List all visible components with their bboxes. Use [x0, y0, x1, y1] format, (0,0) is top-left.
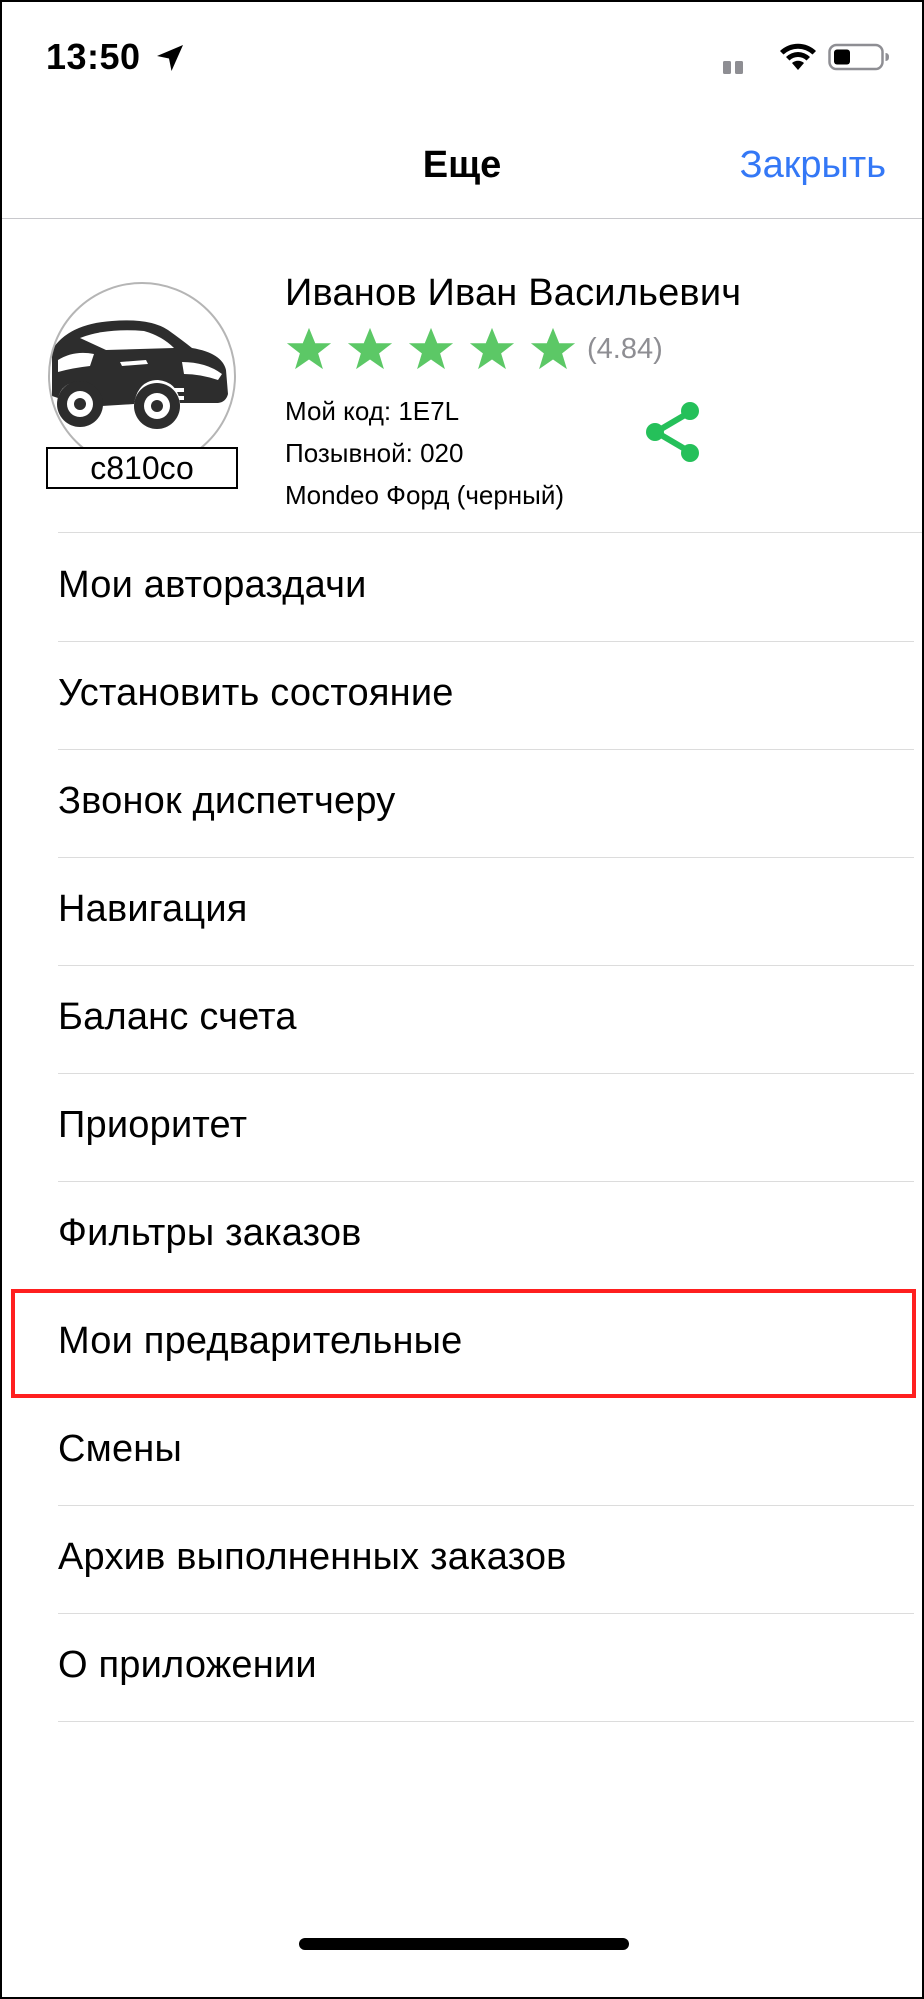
star-icon — [286, 327, 332, 370]
star-icon — [408, 327, 454, 370]
driver-profile: с810со Иванов Иван Васильевич (4.84) Мой… — [2, 220, 922, 533]
menu-item-my-preorders[interactable]: Мои предварительные — [2, 1289, 922, 1398]
wifi-icon — [780, 43, 816, 70]
driver-callsign: Позывной: 020 — [285, 438, 464, 468]
divider — [58, 532, 922, 533]
rating-value: (4.84) — [587, 332, 663, 365]
avatar — [48, 282, 236, 470]
menu-item-completed-orders-archive[interactable]: Архив выполненных заказов — [2, 1506, 922, 1614]
driver-name: Иванов Иван Васильевич — [285, 272, 742, 314]
license-plate: с810со — [46, 447, 238, 489]
divider — [58, 1721, 914, 1722]
menu-item-about-app[interactable]: О приложении — [2, 1614, 922, 1722]
cellular-signal-icon — [723, 61, 743, 74]
menu-item-label: Звонок диспетчеру — [58, 780, 396, 822]
share-icon[interactable] — [642, 398, 704, 466]
menu-item-label: Фильтры заказов — [58, 1212, 362, 1254]
location-arrow-icon — [157, 45, 183, 71]
star-icon — [530, 327, 576, 370]
menu-item-label: Навигация — [58, 888, 248, 930]
status-time: 13:50 — [46, 36, 141, 77]
menu-item-priority[interactable]: Приоритет — [2, 1074, 922, 1182]
menu-item-account-balance[interactable]: Баланс счета — [2, 966, 922, 1074]
menu-item-shifts[interactable]: Смены — [2, 1398, 922, 1506]
menu-item-set-status[interactable]: Установить состояние — [2, 642, 922, 750]
menu-item-label: Архив выполненных заказов — [58, 1536, 567, 1578]
driver-car: Mondeo Форд (черный) — [285, 480, 565, 510]
star-rating: (4.84) — [285, 324, 663, 374]
star-icon — [347, 327, 393, 370]
menu-item-my-auto-dispatch[interactable]: Мои автораздачи — [2, 534, 922, 642]
app-screen: 13:50 Еще Закрыть с810со Иванов Иван Вас… — [0, 0, 924, 1999]
menu-item-label: Баланс счета — [58, 996, 297, 1038]
menu-item-navigation[interactable]: Навигация — [2, 858, 922, 966]
menu-item-call-dispatcher[interactable]: Звонок диспетчеру — [2, 750, 922, 858]
menu-item-label: Установить состояние — [58, 672, 454, 714]
menu-item-label: Приоритет — [58, 1104, 248, 1146]
close-button[interactable]: Закрыть — [740, 144, 886, 187]
menu-item-label: Мои автораздачи — [58, 564, 367, 606]
settings-menu: Мои автораздачи Установить состояние Зво… — [2, 534, 922, 1722]
menu-item-label: О приложении — [58, 1644, 317, 1686]
menu-item-order-filters[interactable]: Фильтры заказов — [2, 1182, 922, 1290]
driver-code: Мой код: 1E7L — [285, 396, 460, 426]
status-bar: 13:50 — [2, 2, 922, 114]
home-indicator — [299, 1938, 629, 1950]
battery-icon — [828, 43, 889, 71]
car-icon — [52, 320, 228, 429]
menu-item-label: Мои предварительные — [58, 1320, 463, 1362]
menu-item-label: Смены — [58, 1428, 182, 1470]
star-icon — [469, 327, 515, 370]
navigation-bar: Еще Закрыть — [2, 114, 922, 219]
